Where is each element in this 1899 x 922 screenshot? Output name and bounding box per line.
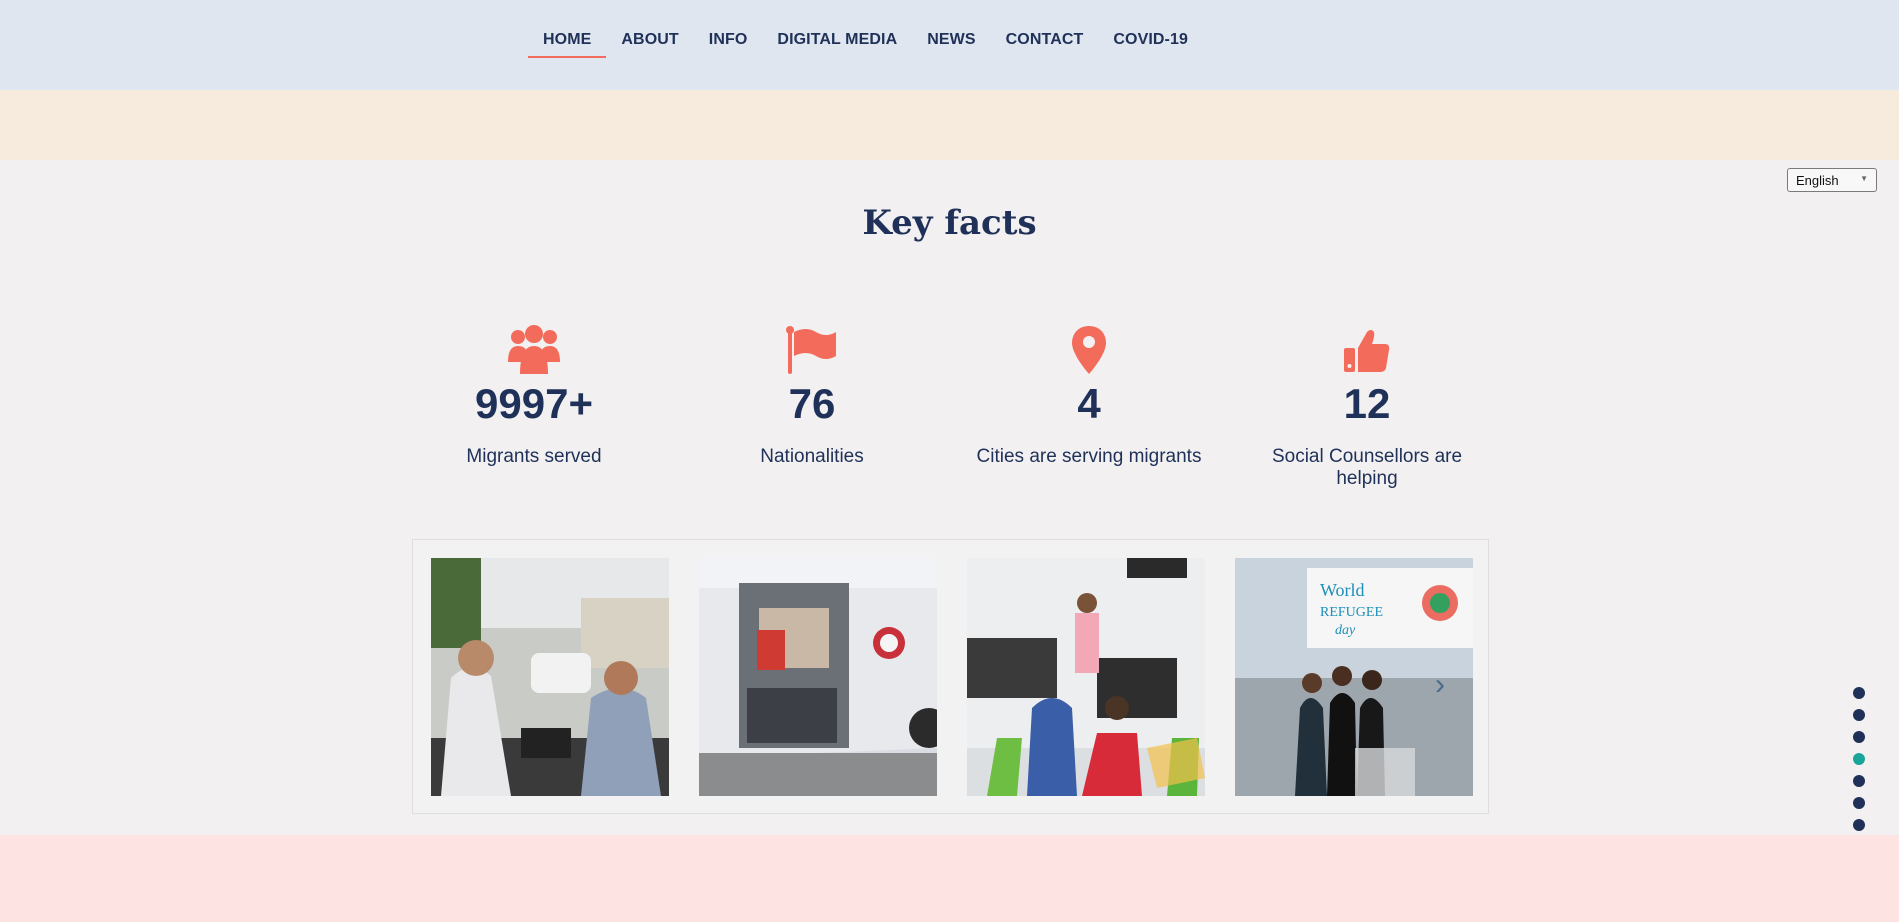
language-select-value: English: [1796, 172, 1839, 188]
fact-number: 4: [1077, 380, 1101, 427]
section-title: Key facts: [862, 203, 1037, 243]
beige-banner-band: [0, 90, 1899, 160]
banner-text-day: day: [1335, 623, 1356, 638]
footer-band: [0, 835, 1899, 922]
pagination-dot[interactable]: [1853, 731, 1865, 743]
top-navigation-bar: HOME ABOUT INFO DIGITAL MEDIA NEWS CONTA…: [0, 0, 1899, 90]
photo-gallery: World REFUGEE day: [412, 539, 1489, 814]
nav-item-news[interactable]: NEWS: [912, 28, 990, 58]
section-pagination-dots: [1853, 687, 1865, 841]
fact-nationalities: 76 Nationalities: [692, 322, 932, 468]
fact-label: Cities are serving migrants: [976, 446, 1202, 467]
fact-label: Social Counsellors are helping: [1271, 446, 1463, 489]
language-select[interactable]: English ▼: [1787, 168, 1877, 192]
fact-label: Migrants served: [466, 446, 602, 467]
flag-icon: [692, 322, 932, 374]
banner-text-refugee: REFUGEE: [1320, 605, 1383, 620]
nav-item-digital-media[interactable]: DIGITAL MEDIA: [762, 28, 912, 58]
pagination-dot[interactable]: [1853, 709, 1865, 721]
fact-cities: 4 Cities are serving migrants: [969, 322, 1209, 468]
children-activity-photo[interactable]: [967, 558, 1205, 796]
pagination-dot[interactable]: [1853, 797, 1865, 809]
nav-item-info[interactable]: INFO: [694, 28, 763, 58]
users-icon: [414, 322, 654, 374]
nav-item-contact[interactable]: CONTACT: [991, 28, 1099, 58]
map-pin-icon: [969, 322, 1209, 374]
nav-item-about[interactable]: ABOUT: [606, 28, 693, 58]
fact-number: 76: [788, 380, 836, 427]
chevron-right-icon[interactable]: ›: [1435, 668, 1445, 702]
nav-item-home[interactable]: HOME: [528, 28, 607, 58]
street-outreach-photo[interactable]: [431, 558, 669, 796]
mobile-van-photo[interactable]: [699, 558, 937, 796]
fact-migrants-served: 9997+ Migrants served: [414, 322, 654, 468]
pagination-dot[interactable]: [1853, 687, 1865, 699]
nav-item-covid-19[interactable]: COVID-19: [1098, 28, 1203, 58]
banner-text-world: World: [1320, 580, 1365, 600]
pagination-dot[interactable]: [1853, 819, 1865, 831]
fact-social-counsellors: 12 Social Counsellors are helping: [1247, 322, 1487, 490]
main-nav: HOME ABOUT INFO DIGITAL MEDIA NEWS CONTA…: [528, 28, 1203, 58]
pagination-dot[interactable]: [1853, 775, 1865, 787]
fact-label: Nationalities: [760, 446, 864, 467]
fact-number: 9997+: [475, 380, 593, 427]
thumbs-up-icon: [1247, 322, 1487, 374]
chevron-down-icon: ▼: [1860, 174, 1868, 183]
pagination-dot-active[interactable]: [1853, 753, 1865, 765]
fact-number: 12: [1343, 380, 1391, 427]
